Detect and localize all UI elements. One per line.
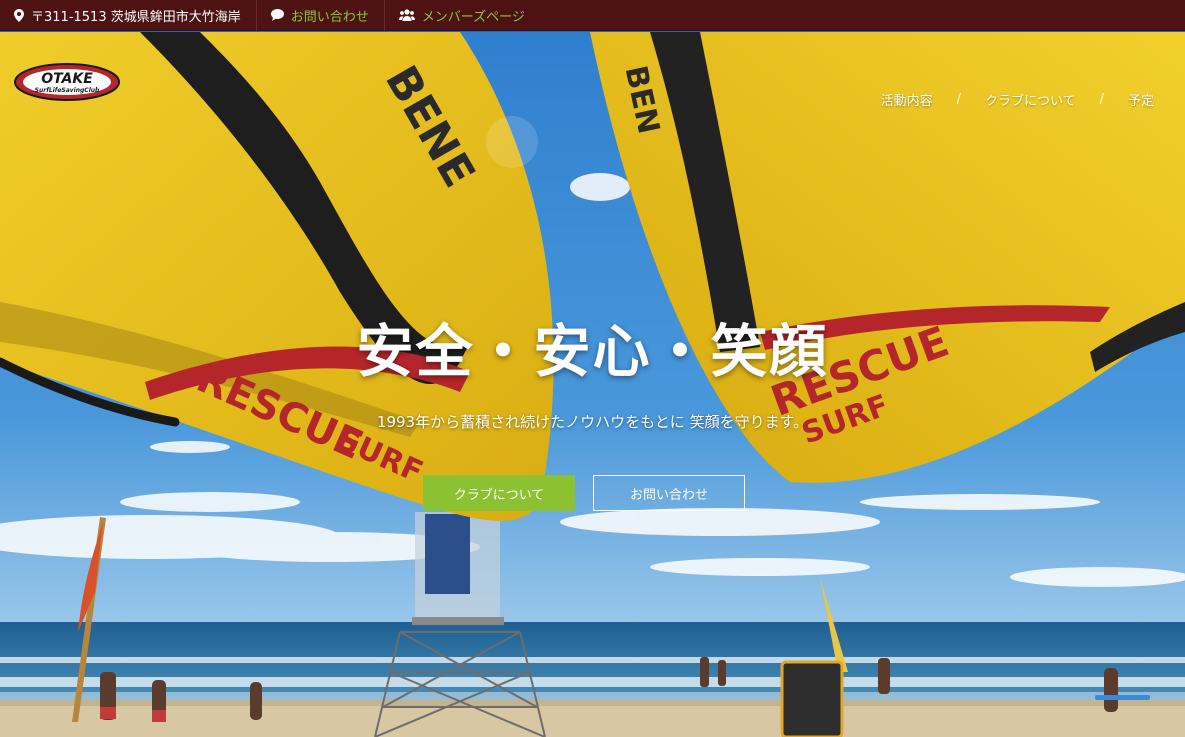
site-logo[interactable]: OTAKE SurfLifeSavingClub: [13, 62, 121, 106]
about-club-button[interactable]: クラブについて: [423, 475, 575, 511]
hero-headline: 安全・安心・笑顔: [356, 319, 829, 385]
nav-item-activities[interactable]: 活動内容: [881, 90, 933, 109]
contact-button[interactable]: お問い合わせ: [593, 475, 745, 511]
members-link[interactable]: メンバーズページ: [385, 0, 540, 31]
nav-item-about-club[interactable]: クラブについて: [985, 90, 1076, 109]
contact-link-label[interactable]: お問い合わせ: [291, 6, 369, 25]
nav-item-schedule[interactable]: 予定: [1128, 90, 1154, 109]
users-icon: [398, 9, 415, 21]
address-text: 〒311-1513 茨城県鉾田市大竹海岸: [31, 9, 241, 25]
members-link-label[interactable]: メンバーズページ: [422, 6, 525, 25]
top-bar: 〒311-1513 茨城県鉾田市大竹海岸 お問い合わせ メンバーズページ: [0, 0, 1185, 31]
nav-separator: /: [1099, 92, 1104, 107]
speech-bubble-icon: [270, 9, 284, 21]
main-nav: 活動内容 / クラブについて / 予定: [881, 90, 1154, 109]
nav-separator: /: [956, 92, 961, 107]
contact-link[interactable]: お問い合わせ: [257, 0, 385, 31]
map-pin-icon: [14, 8, 24, 22]
hero-subline: 1993年から蓄積され続けたノウハウをもとに 笑顔を守ります。: [376, 413, 809, 431]
logo-name: OTAKE: [41, 71, 93, 87]
address-item: 〒311-1513 茨城県鉾田市大竹海岸: [0, 0, 257, 31]
logo-subtitle: SurfLifeSavingClub: [35, 87, 100, 94]
